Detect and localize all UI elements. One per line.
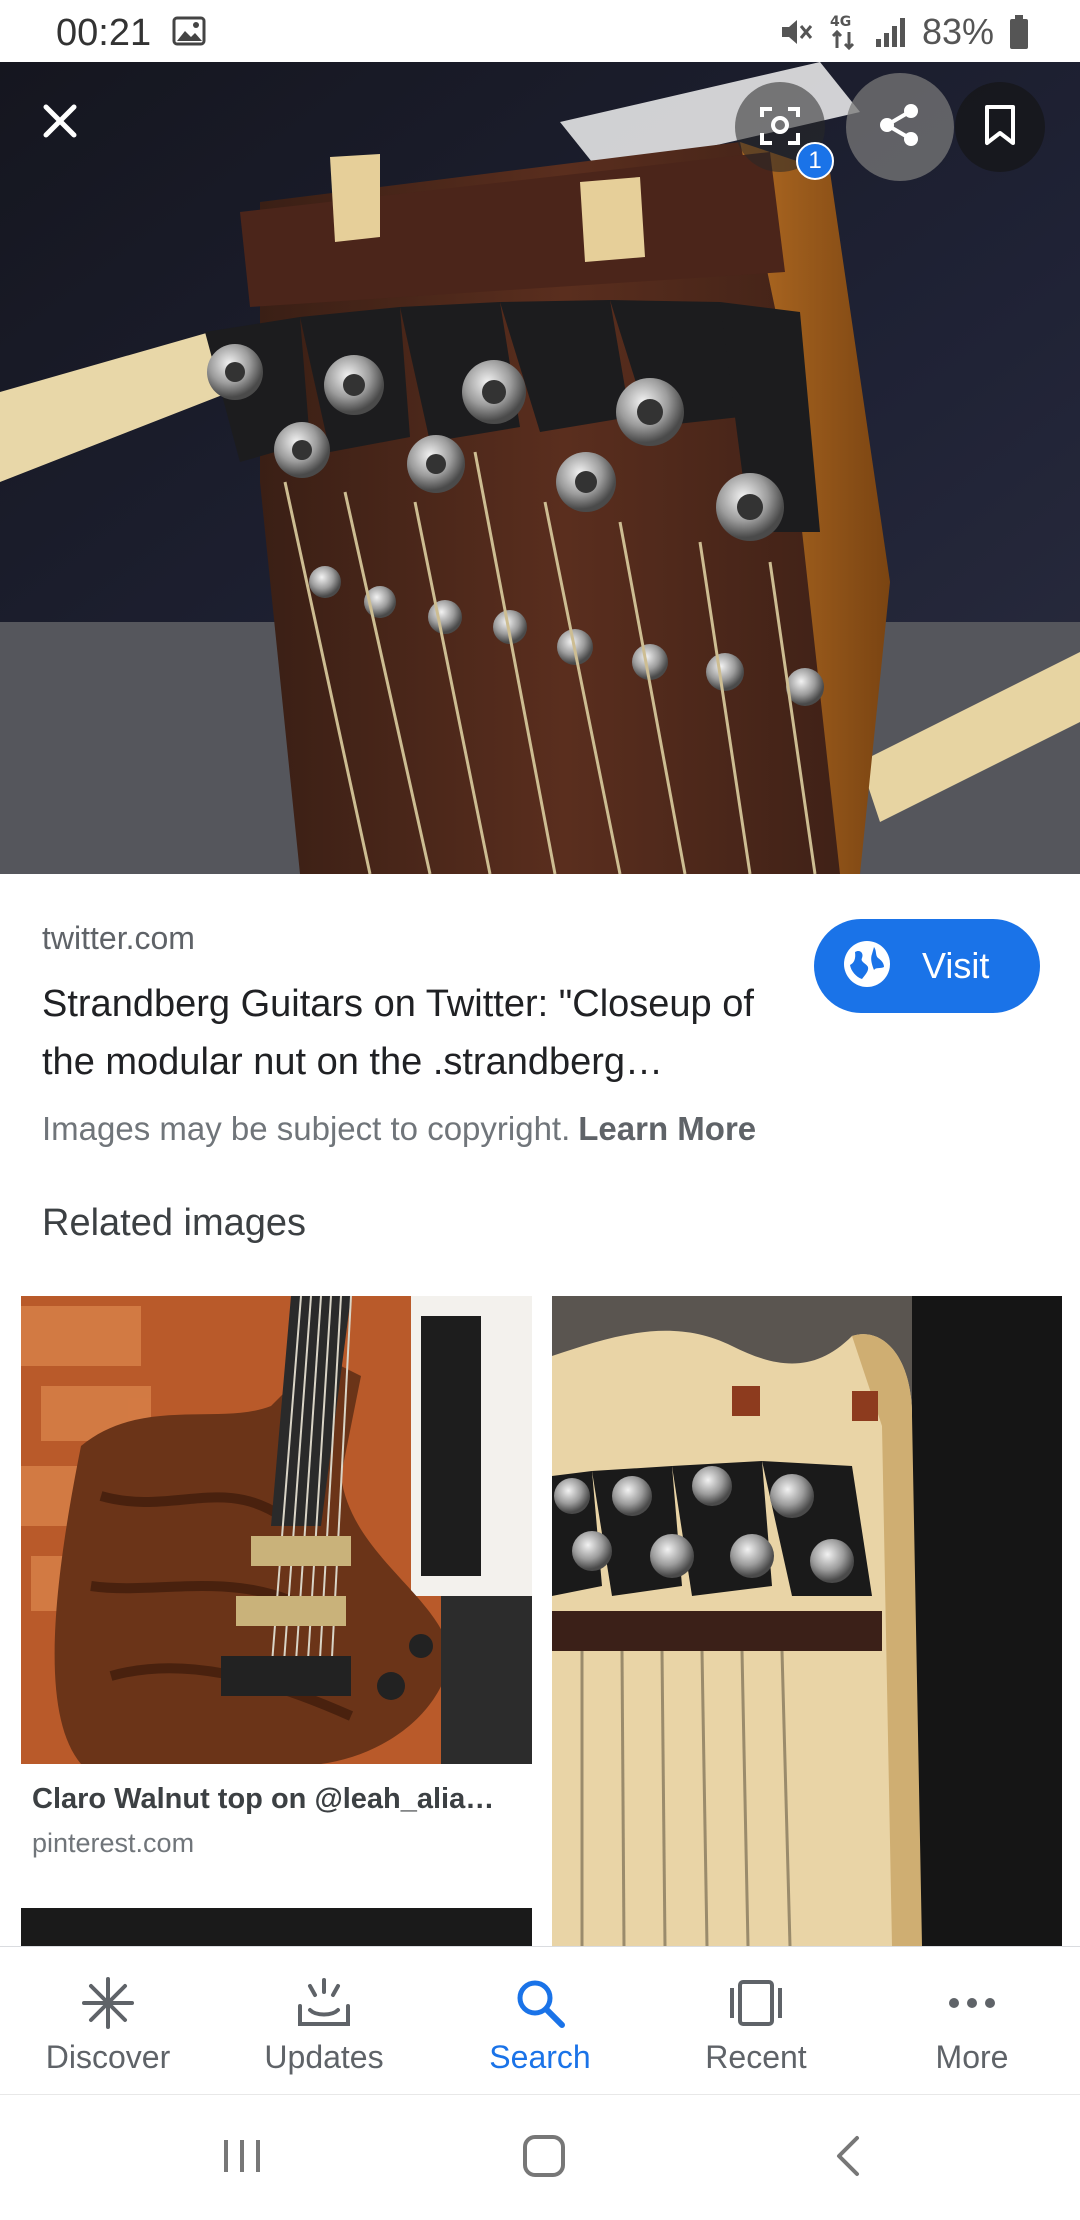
nav-search[interactable]: Search [432,1947,648,2094]
related-image-card[interactable] [21,1908,532,1948]
related-image-caption[interactable]: Claro Walnut top on @leah_alia… [32,1783,522,1816]
bookmark-button[interactable] [955,82,1045,172]
more-dots-icon [947,1975,997,2031]
status-time: 00:21 [56,12,152,54]
result-title[interactable]: Strandberg Guitars on Twitter: "Closeup … [42,975,802,1091]
signal-icon [874,15,908,49]
share-button[interactable] [846,73,954,181]
maple-headstock-image [552,1296,1062,1946]
share-icon [877,102,923,153]
back-icon [833,2134,863,2183]
search-icon [514,1975,566,2031]
status-bar: 00:21 4G 83% [0,0,1080,62]
home-button[interactable] [514,2133,574,2183]
nav-discover[interactable]: Discover [0,1947,216,2094]
battery-text: 83% [921,11,994,52]
mute-icon [778,14,814,50]
related-image-domain: pinterest.com [32,1828,195,1858]
learn-more-link[interactable]: Learn More [578,1110,756,1147]
bottom-nav: Discover Updates Search Recent More [0,1946,1080,2094]
status-icons: 4G 83% [778,10,1030,54]
globe-icon [842,939,892,994]
asterisk-icon [81,1975,135,2031]
lens-icon [758,103,802,152]
close-icon [40,101,80,146]
battery-icon [1008,14,1030,50]
network-4g-icon: 4G [828,12,860,52]
copyright-notice: Images may be subject to copyright. Learn… [42,1110,756,1148]
recent-apps-button[interactable] [212,2133,272,2183]
back-button[interactable] [818,2133,878,2183]
lens-badge: 1 [796,142,834,180]
bookmark-icon [983,104,1017,151]
nav-label: Discover [45,2039,171,2075]
nav-recent[interactable]: Recent [648,1947,864,2094]
nav-more[interactable]: More [864,1947,1080,2094]
nav-label: More [935,2039,1009,2075]
image-icon [172,16,206,46]
nav-label: Recent [705,2039,807,2075]
visit-label: Visit [922,945,990,986]
svg-text:4G: 4G [830,14,851,30]
system-nav-bar [0,2094,1080,2220]
result-source[interactable]: twitter.com [42,920,195,957]
copyright-text: Images may be subject to copyright. [42,1110,571,1147]
nav-updates[interactable]: Updates [216,1947,432,2094]
nav-label: Updates [264,2039,384,2075]
nav-label: Search [489,2039,591,2075]
related-images-heading: Related images [42,1202,307,1244]
guitar-headstock-image [0,62,1080,874]
walnut-guitar-image [21,1296,532,1764]
related-image-card[interactable] [21,1296,532,1764]
close-button[interactable] [15,78,105,168]
visit-button[interactable]: Visit [814,919,1040,1013]
recent-apps-icon [220,2136,264,2181]
updates-icon [296,1975,352,2031]
recent-icon [728,1975,784,2031]
hero-image[interactable]: 1 [0,62,1080,874]
related-image-card[interactable] [552,1296,1062,1946]
home-icon [521,2133,567,2184]
